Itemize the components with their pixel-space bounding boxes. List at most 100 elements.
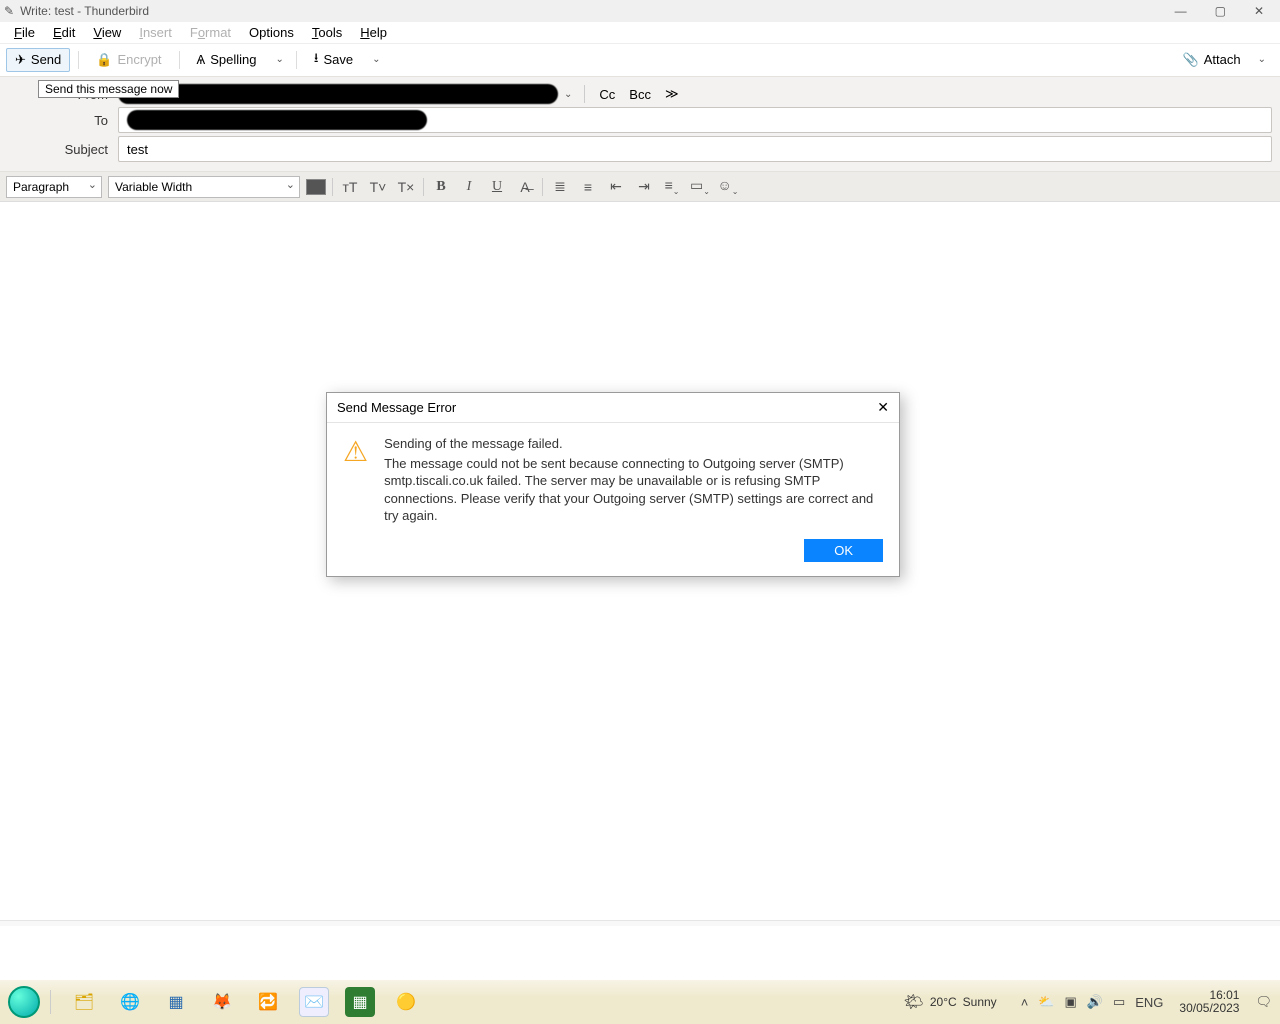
menu-bar: File Edit View Insert Format Options Too… [0, 22, 1280, 44]
insert-image-button[interactable]: ▭⌄ [689, 177, 711, 196]
tray-notifications-icon[interactable]: 🗨 [1255, 994, 1272, 1010]
status-strip [0, 920, 1280, 926]
encrypt-label: Encrypt [117, 52, 161, 67]
taskbar-store-icon[interactable]: ▦ [161, 987, 191, 1017]
taskbar-weather[interactable]: 🌤 20°C Sunny [904, 992, 997, 1012]
sun-icon: 🌤 [904, 992, 924, 1012]
number-list-button[interactable]: ≡ [577, 179, 599, 195]
taskbar-edge-icon[interactable]: 🌐 [115, 987, 145, 1017]
menu-edit[interactable]: Edit [45, 24, 83, 41]
increase-size-icon[interactable]: T˅ [367, 179, 389, 195]
weather-temp: 20°C [930, 995, 957, 1009]
minimize-button[interactable]: — [1175, 4, 1187, 18]
menu-help[interactable]: Help [352, 24, 395, 41]
send-label: Send [31, 52, 61, 67]
to-label: To [8, 113, 118, 128]
spelling-label: Spelling [210, 52, 256, 67]
windows-taskbar: 🗂 🌐 ▦ 🦊 🔁 ✉️ ▦ 🟡 🌤 20°C Sunny ˄ ⛅ ▣ 🔊 ▭ … [0, 980, 1280, 1024]
text-color-button[interactable] [306, 179, 326, 195]
taskbar-date: 30/05/2023 [1179, 1002, 1239, 1015]
paragraph-style-select[interactable]: Paragraph [6, 176, 102, 198]
tray-expand-icon[interactable]: ˄ [1021, 995, 1029, 1010]
toolbar-sep [179, 51, 180, 69]
close-button[interactable]: ✕ [1254, 4, 1264, 18]
menu-insert[interactable]: Insert [131, 24, 180, 41]
reset-size-icon[interactable]: T× [395, 179, 417, 195]
tray-onedrive-icon[interactable]: ▣ [1064, 994, 1076, 1010]
to-field[interactable] [118, 107, 1272, 133]
download-icon: ⭳ [314, 49, 319, 71]
menu-file[interactable]: File [6, 24, 43, 41]
bcc-button[interactable]: Bcc [629, 87, 651, 102]
cc-button[interactable]: Cc [599, 87, 615, 102]
weather-cond: Sunny [963, 995, 997, 1009]
save-dropdown[interactable]: ⌄ [368, 54, 384, 65]
taskbar-teamviewer-icon[interactable]: 🔁 [253, 987, 283, 1017]
remove-format-button[interactable]: A̶ [514, 179, 536, 195]
compose-headers: From ⌄ Cc Bcc ≫ To Subject test [0, 76, 1280, 172]
emoji-button[interactable]: ☺⌄ [717, 177, 739, 196]
menu-tools[interactable]: Tools [304, 24, 350, 41]
align-button[interactable]: ≡⌄ [661, 177, 683, 196]
tray-battery-icon[interactable]: ▭ [1113, 994, 1125, 1010]
window-titlebar: ✎ Write: test - Thunderbird — ▢ ✕ [0, 0, 1280, 22]
compose-icon: ✎ [4, 4, 14, 18]
from-dropdown[interactable]: ⌄ [564, 89, 572, 100]
dialog-message-line2: The message could not be sent because co… [384, 455, 883, 525]
window-title: Write: test - Thunderbird [20, 4, 149, 18]
lock-icon: 🔒 [96, 52, 112, 68]
bullet-list-button[interactable]: ≣ [549, 178, 571, 195]
subject-value: test [127, 142, 148, 157]
attach-label: Attach [1204, 52, 1241, 67]
taskbar-firefox-icon[interactable]: 🦊 [207, 987, 237, 1017]
send-icon: ✈ [15, 52, 26, 68]
attach-dropdown[interactable]: ⌄ [1254, 54, 1270, 65]
taskbar-app-icon[interactable]: ▦ [345, 987, 375, 1017]
toolbar-sep [78, 51, 79, 69]
italic-button[interactable]: I [458, 179, 480, 195]
dialog-ok-button[interactable]: OK [804, 539, 883, 562]
dialog-message-line1: Sending of the message failed. [384, 435, 883, 453]
paperclip-icon: 📎 [1183, 52, 1199, 68]
attach-button[interactable]: 📎 Attach [1174, 48, 1250, 72]
start-button[interactable] [8, 986, 40, 1018]
send-tooltip: Send this message now [38, 80, 179, 98]
save-button[interactable]: ⭳ Save [305, 45, 362, 75]
dialog-title: Send Message Error [337, 400, 456, 415]
taskbar-thunderbird-icon[interactable]: ✉️ [299, 987, 329, 1017]
toolbar-sep [296, 51, 297, 69]
decrease-size-icon[interactable]: ᴛT [339, 179, 361, 195]
tray-cloud-icon[interactable]: ⛅ [1038, 994, 1054, 1010]
tray-language[interactable]: ENG [1135, 995, 1163, 1010]
menu-view[interactable]: View [85, 24, 129, 41]
taskbar-chrome-icon[interactable]: 🟡 [391, 987, 421, 1017]
font-family-select[interactable]: Variable Width [108, 176, 300, 198]
underline-button[interactable]: U [486, 179, 508, 195]
subject-field[interactable]: test [118, 136, 1272, 162]
from-value-redacted[interactable] [118, 84, 558, 104]
tray-volume-icon[interactable]: 🔊 [1087, 994, 1103, 1010]
header-separator [584, 85, 585, 103]
send-error-dialog: Send Message Error ✕ ⚠ Sending of the me… [326, 392, 900, 577]
indent-button[interactable]: ⇥ [633, 178, 655, 195]
encrypt-button[interactable]: 🔒 Encrypt [87, 48, 170, 72]
taskbar-file-explorer-icon[interactable]: 🗂 [69, 987, 99, 1017]
menu-format[interactable]: Format [182, 24, 239, 41]
maximize-button[interactable]: ▢ [1215, 4, 1226, 18]
outdent-button[interactable]: ⇤ [605, 178, 627, 195]
more-recipients-button[interactable]: ≫ [665, 86, 679, 102]
main-toolbar: ✈ Send 🔒 Encrypt Ѧ Spelling ⌄ ⭳ Save ⌄ 📎… [0, 44, 1280, 76]
subject-label: Subject [8, 142, 118, 157]
spelling-dropdown[interactable]: ⌄ [272, 54, 288, 65]
bold-button[interactable]: B [430, 179, 452, 195]
to-value-redacted [127, 110, 427, 130]
taskbar-clock[interactable]: 16:01 30/05/2023 [1173, 989, 1245, 1015]
spellcheck-icon: Ѧ [197, 52, 206, 67]
spelling-button[interactable]: Ѧ Spelling [188, 48, 266, 71]
format-toolbar: Paragraph Variable Width ᴛT T˅ T× B I U … [0, 172, 1280, 202]
save-label: Save [323, 52, 353, 67]
send-button[interactable]: ✈ Send [6, 48, 70, 72]
warning-icon: ⚠ [343, 433, 368, 525]
dialog-close-button[interactable]: ✕ [877, 399, 889, 416]
menu-options[interactable]: Options [241, 24, 302, 41]
